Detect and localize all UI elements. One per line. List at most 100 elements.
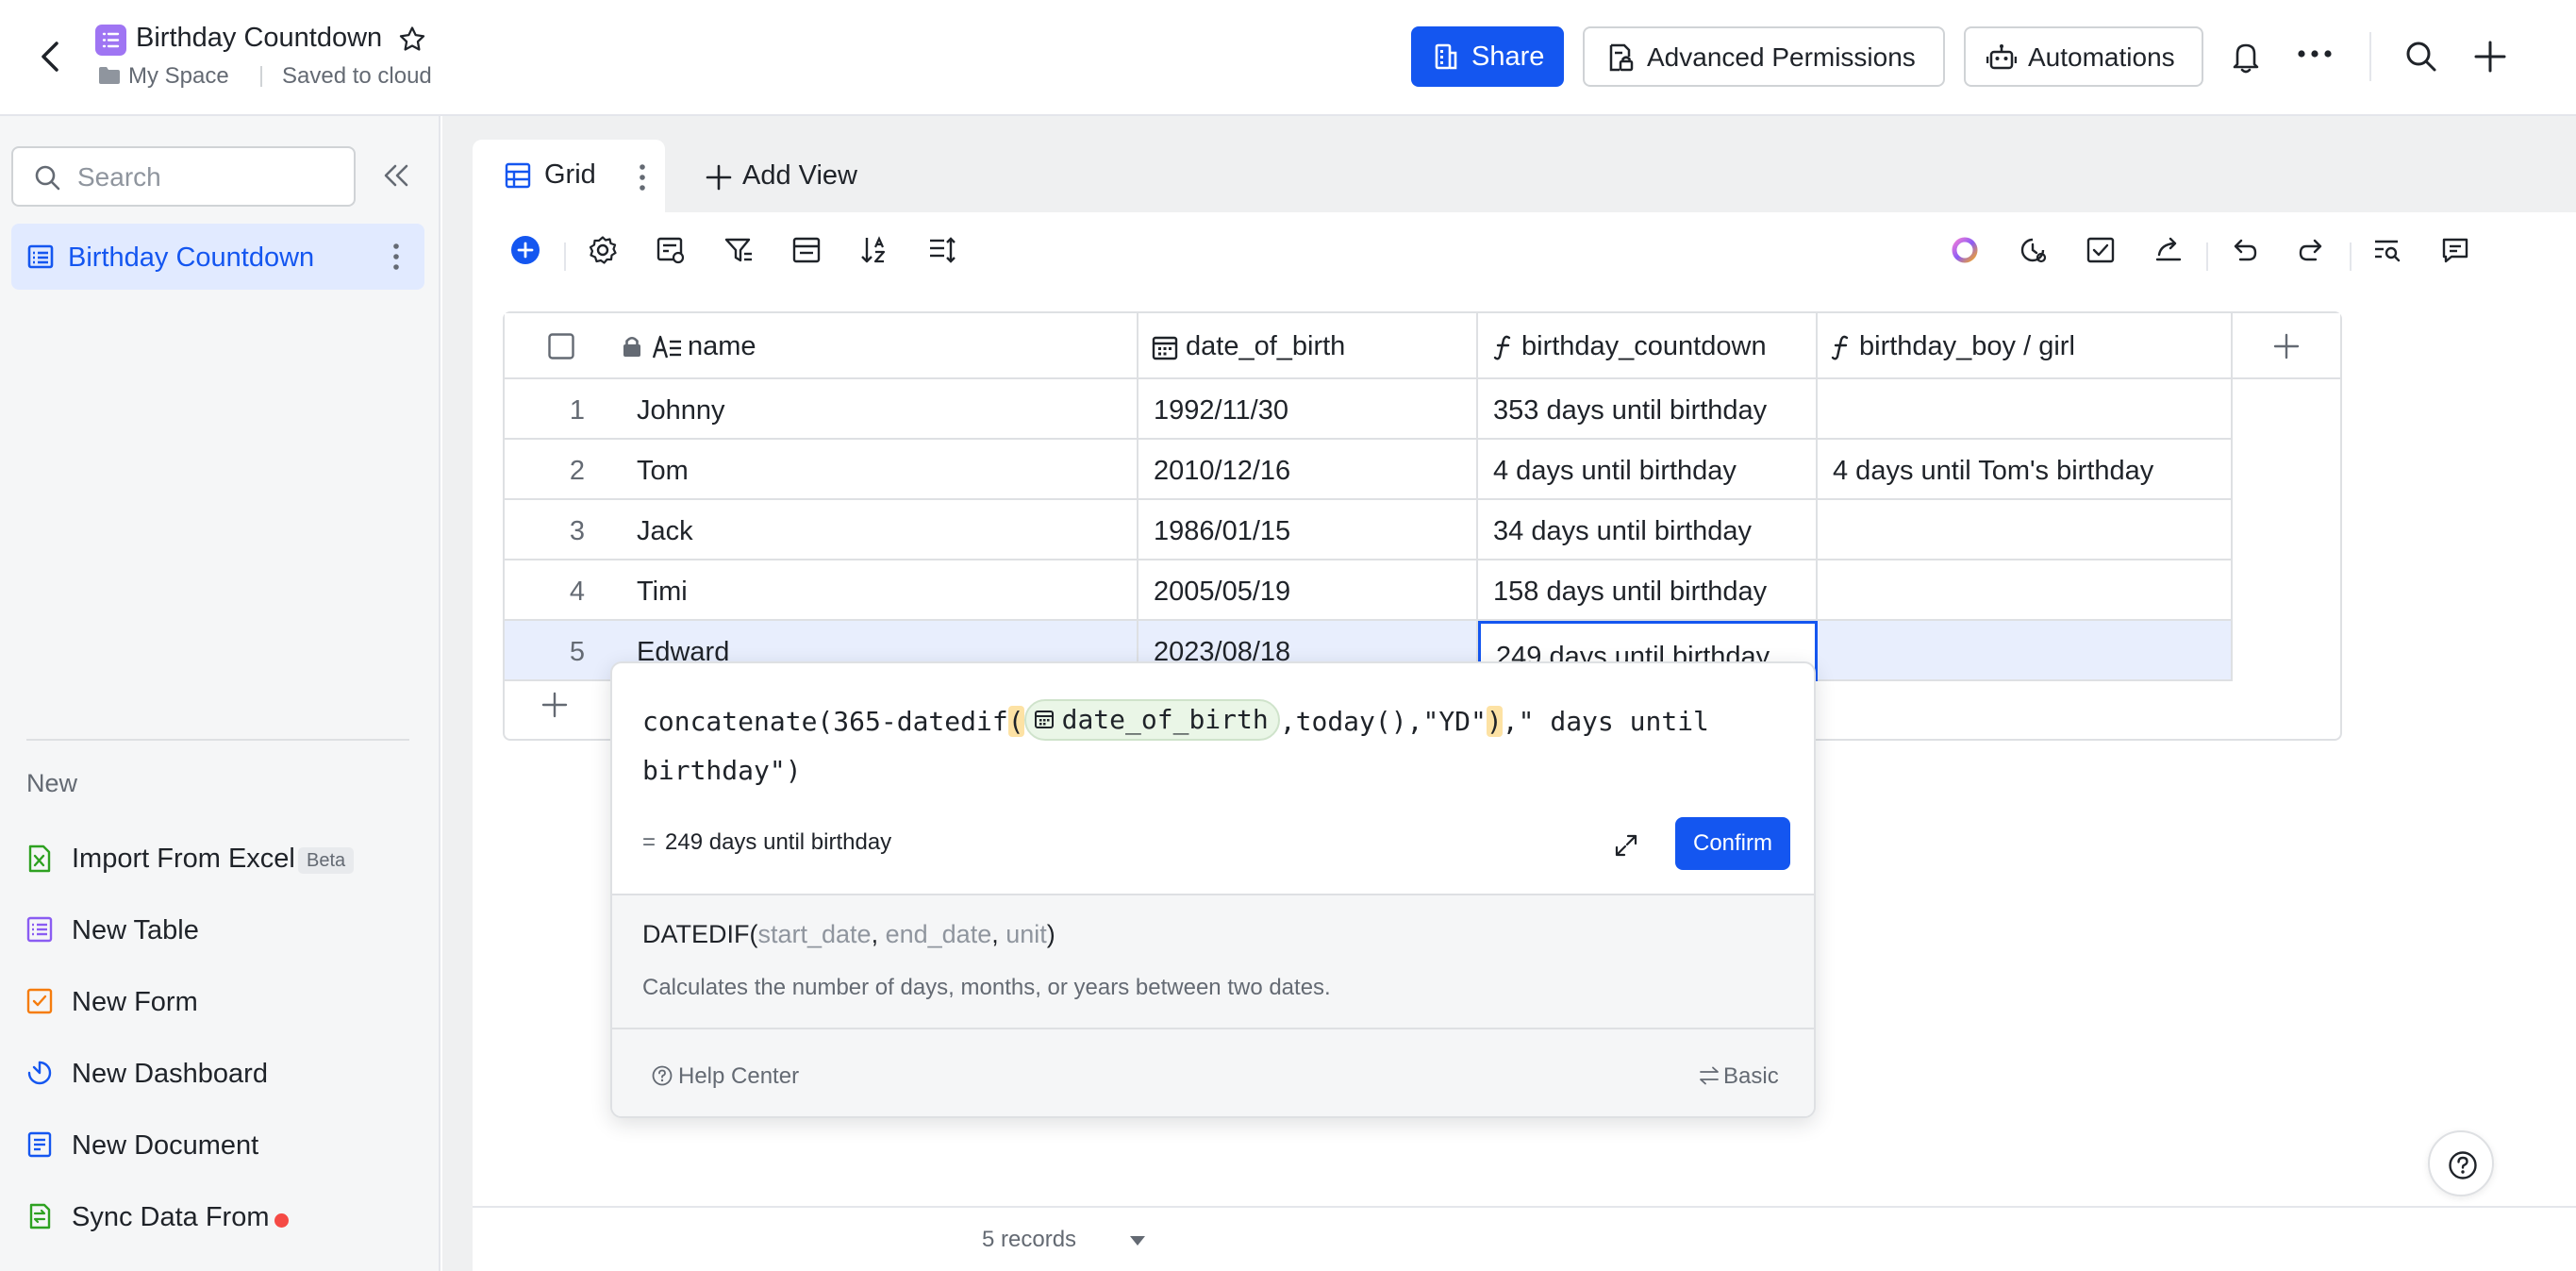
cell-birthday-boy-girl[interactable] xyxy=(1818,379,2233,440)
cell-date-of-birth[interactable]: 1992/11/30 xyxy=(1138,379,1478,440)
table-row[interactable]: 1 Johnny 1992/11/30 353 days until birth… xyxy=(505,379,2233,440)
cell-name[interactable]: Timi xyxy=(622,560,1138,621)
table-row[interactable]: 2 Tom 2010/12/16 4 days until birthday 4… xyxy=(505,440,2233,500)
folder-icon xyxy=(98,66,121,85)
new-dashboard-label: New Dashboard xyxy=(72,1059,268,1089)
back-button[interactable] xyxy=(34,38,68,75)
new-dashboard-item[interactable]: New Dashboard xyxy=(26,1050,423,1097)
comment-icon[interactable] xyxy=(2440,235,2470,265)
space-link[interactable]: My Space xyxy=(128,63,229,90)
field-reference-chip[interactable]: date_of_birth xyxy=(1023,699,1280,741)
cell-birthday-boy-girl[interactable]: 4 days until Tom's birthday xyxy=(1818,440,2233,500)
expand-icon[interactable] xyxy=(1614,833,1638,858)
row-number: 4 xyxy=(505,560,622,621)
row-height-icon[interactable] xyxy=(927,235,957,265)
bell-icon[interactable] xyxy=(2230,40,2262,74)
help-fab-button[interactable] xyxy=(2428,1130,2494,1196)
filter-icon[interactable] xyxy=(723,235,754,265)
new-form-item[interactable]: New Form xyxy=(26,978,423,1026)
sidebar-search[interactable] xyxy=(11,146,356,207)
tab-grid[interactable]: Grid xyxy=(473,140,665,212)
collapse-sidebar-icon[interactable] xyxy=(382,163,412,188)
history-icon[interactable] xyxy=(2018,235,2048,265)
toolbar-divider xyxy=(564,242,566,271)
settings-gear-icon[interactable] xyxy=(588,235,618,265)
create-plus-icon[interactable] xyxy=(2473,40,2507,74)
column-header-date-of-birth[interactable]: date_of_birth xyxy=(1138,313,1478,379)
table-icon xyxy=(26,916,53,943)
save-status: Saved to cloud xyxy=(282,63,432,89)
new-form-label: New Form xyxy=(72,987,198,1017)
cell-date-of-birth[interactable]: 2010/12/16 xyxy=(1138,440,1478,500)
cell-birthday-boy-girl[interactable] xyxy=(1818,560,2233,621)
ai-assistant-icon[interactable] xyxy=(1950,235,1980,265)
view-more-icon[interactable] xyxy=(639,163,646,192)
cell-date-of-birth[interactable]: 2005/05/19 xyxy=(1138,560,1478,621)
column-label: date_of_birth xyxy=(1186,331,1346,361)
tab-grid-label: Grid xyxy=(544,159,596,190)
formula-text: concatenate(365-datedif xyxy=(642,706,1008,737)
cell-name[interactable]: Tom xyxy=(622,440,1138,500)
automations-button[interactable]: Automations xyxy=(1964,26,2203,87)
plus-icon xyxy=(2272,332,2301,360)
formula-input[interactable]: concatenate(365-datedif(date_of_birth ,to… xyxy=(642,697,1774,795)
table-row[interactable]: 3 Jack 1986/01/15 34 days until birthday xyxy=(505,500,2233,560)
more-vertical-icon[interactable] xyxy=(392,242,400,271)
dashboard-icon xyxy=(26,1060,53,1086)
field-settings-icon[interactable] xyxy=(656,235,686,265)
share-button[interactable]: Share xyxy=(1411,26,1564,87)
search-icon[interactable] xyxy=(2404,40,2438,74)
cell-birthday-boy-girl[interactable] xyxy=(1818,621,2233,681)
automations-label: Automations xyxy=(2028,42,2175,72)
share-export-icon[interactable] xyxy=(2153,235,2184,265)
table-row[interactable]: 4 Timi 2005/05/19 158 days until birthda… xyxy=(505,560,2233,621)
sort-icon[interactable] xyxy=(859,235,889,265)
formula-paren-open: ( xyxy=(1007,706,1024,737)
redo-icon[interactable] xyxy=(2297,235,2327,265)
new-document-item[interactable]: New Document xyxy=(26,1122,423,1169)
find-icon[interactable] xyxy=(2372,235,2402,265)
cell-birthday-boy-girl[interactable] xyxy=(1818,500,2233,560)
undo-icon[interactable] xyxy=(2229,235,2259,265)
caret-down-icon[interactable] xyxy=(1129,1235,1146,1246)
cell-name[interactable]: Johnny xyxy=(622,379,1138,440)
import-excel-item[interactable]: Import From Excel Beta xyxy=(26,835,423,882)
doc-title[interactable]: Birthday Countdown xyxy=(136,23,382,54)
sidebar-item-birthday-countdown[interactable]: Birthday Countdown xyxy=(11,224,424,290)
add-record-icon[interactable] xyxy=(510,235,540,265)
more-icon[interactable] xyxy=(2297,49,2333,59)
cell-birthday-countdown[interactable]: 353 days until birthday xyxy=(1478,379,1818,440)
new-table-item[interactable]: New Table xyxy=(26,907,423,954)
add-row-button[interactable] xyxy=(540,691,569,719)
column-header-birthday-countdown[interactable]: birthday_countdown xyxy=(1478,313,1818,379)
group-icon[interactable] xyxy=(791,235,822,265)
cell-birthday-countdown[interactable]: 34 days until birthday xyxy=(1478,500,1818,560)
sync-data-item[interactable]: Sync Data From xyxy=(26,1194,423,1241)
new-section-label: New xyxy=(26,769,78,797)
help-circle-icon xyxy=(652,1065,673,1086)
column-header-name[interactable]: name xyxy=(505,313,1138,379)
cell-date-of-birth[interactable]: 1986/01/15 xyxy=(1138,500,1478,560)
top-bar: Birthday Countdown My Space Saved to clo… xyxy=(0,0,2576,116)
formula-field-icon xyxy=(1493,334,1514,360)
notification-dot xyxy=(274,1213,289,1228)
select-all-checkbox[interactable] xyxy=(548,333,574,360)
add-column-button[interactable] xyxy=(2233,313,2340,379)
help-circle-icon xyxy=(2449,1151,2477,1179)
share-label: Share xyxy=(1471,42,1545,72)
formula-result: = 249 days until birthday xyxy=(642,829,891,856)
equals-sign: = xyxy=(642,829,656,855)
advanced-permissions-button[interactable]: Advanced Permissions xyxy=(1583,26,1945,87)
cell-birthday-countdown[interactable]: 158 days until birthday xyxy=(1478,560,1818,621)
cell-name[interactable]: Jack xyxy=(622,500,1138,560)
column-header-birthday-boy-girl[interactable]: birthday_boy / girl xyxy=(1818,313,2233,379)
building-icon xyxy=(1434,43,1458,70)
star-icon[interactable] xyxy=(396,24,428,56)
confirm-button[interactable]: Confirm xyxy=(1675,817,1790,870)
records-count[interactable]: 5 records xyxy=(982,1227,1076,1253)
cell-birthday-countdown[interactable]: 4 days until birthday xyxy=(1478,440,1818,500)
sidebar-search-input[interactable] xyxy=(77,161,341,193)
sync-icon xyxy=(26,1203,53,1229)
task-check-icon[interactable] xyxy=(2086,235,2116,265)
search-icon xyxy=(34,164,60,191)
